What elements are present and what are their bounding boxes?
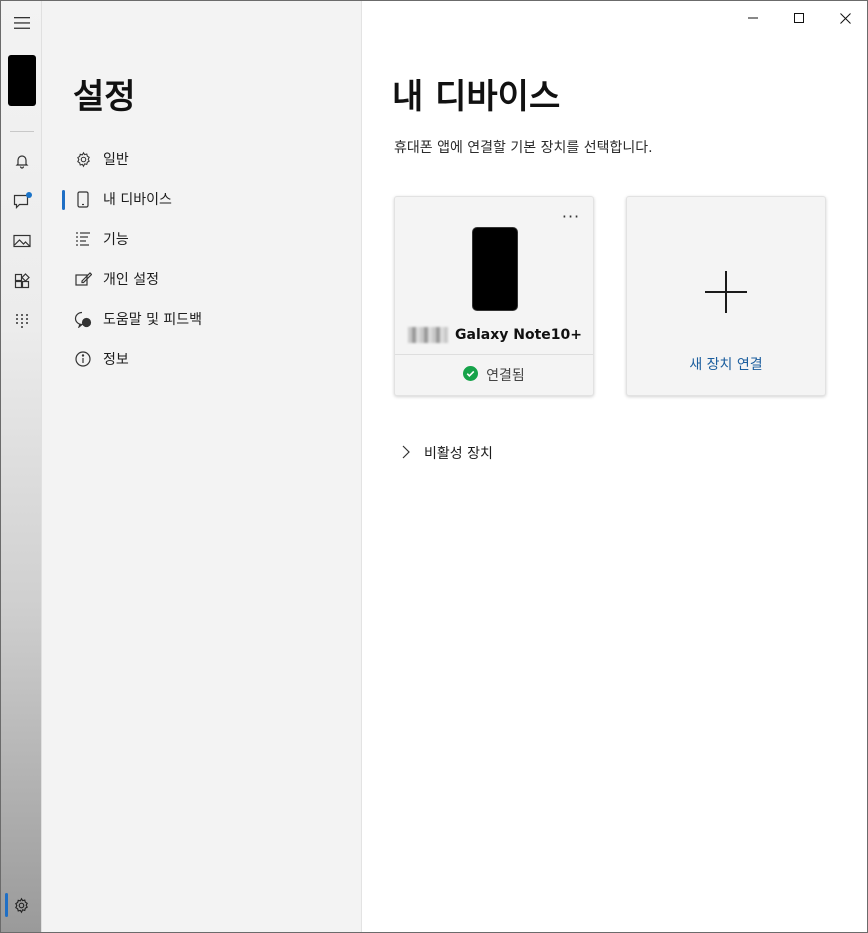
plus-icon bbox=[705, 271, 747, 313]
apps-icon[interactable] bbox=[1, 261, 42, 301]
nav-selection-indicator bbox=[62, 190, 65, 210]
more-options-button[interactable]: ··· bbox=[557, 205, 585, 227]
chevron-right-icon bbox=[402, 444, 410, 463]
gear-icon bbox=[68, 151, 98, 168]
maximize-button[interactable] bbox=[776, 1, 822, 35]
device-name: Galaxy Note10+ bbox=[455, 327, 582, 343]
phone-thumbnail[interactable] bbox=[8, 55, 36, 106]
nav-title: 설정 bbox=[73, 77, 136, 117]
nav-item-label: 기능 bbox=[103, 232, 129, 248]
app-window: 설정 일반 내 디바이스 기능 개인 설정 ? 도움말 및 피드백 정보 내 디… bbox=[0, 0, 868, 933]
menu-icon[interactable] bbox=[1, 3, 42, 43]
inactive-devices-label: 비활성 장치 bbox=[424, 446, 493, 462]
nav-item-help-feedback[interactable]: ? 도움말 및 피드백 bbox=[62, 301, 352, 337]
list-icon bbox=[68, 231, 98, 247]
nav-item-about[interactable]: 정보 bbox=[62, 341, 352, 377]
unread-dot bbox=[26, 192, 32, 198]
page-subtitle: 휴대폰 앱에 연결할 기본 장치를 선택합니다. bbox=[394, 140, 653, 156]
close-button[interactable] bbox=[822, 1, 867, 35]
messages-icon[interactable] bbox=[1, 181, 42, 221]
nav-item-my-devices[interactable]: 내 디바이스 bbox=[62, 181, 352, 217]
app-rail bbox=[1, 1, 42, 932]
check-circle-icon bbox=[463, 365, 479, 385]
page-title: 내 디바이스 bbox=[392, 77, 561, 117]
nav-item-label: 정보 bbox=[103, 352, 129, 368]
nav-item-features[interactable]: 기능 bbox=[62, 221, 352, 257]
bell-icon[interactable] bbox=[1, 141, 42, 181]
dialpad-icon[interactable] bbox=[1, 301, 42, 341]
status-label: 연결됨 bbox=[486, 368, 525, 384]
main-content: 내 디바이스 휴대폰 앱에 연결할 기본 장치를 선택합니다. ··· Gala… bbox=[362, 1, 867, 932]
photos-icon[interactable] bbox=[1, 221, 42, 261]
nav-item-label: 일반 bbox=[103, 152, 129, 168]
edit-icon bbox=[68, 271, 98, 287]
device-name-row: Galaxy Note10+ bbox=[395, 327, 595, 343]
svg-text:?: ? bbox=[85, 320, 88, 327]
rail-divider bbox=[10, 131, 34, 132]
device-card[interactable]: ··· Galaxy Note10+ 연결됨 bbox=[394, 196, 594, 396]
nav-item-label: 도움말 및 피드백 bbox=[103, 312, 203, 328]
add-device-card[interactable]: 새 장치 연결 bbox=[626, 196, 826, 396]
help-icon: ? bbox=[68, 311, 98, 328]
settings-icon[interactable] bbox=[1, 885, 42, 925]
redacted-owner-name bbox=[408, 327, 449, 343]
nav-item-general[interactable]: 일반 bbox=[62, 141, 352, 177]
nav-item-label: 개인 설정 bbox=[103, 272, 159, 288]
device-status: 연결됨 bbox=[395, 365, 593, 385]
minimize-button[interactable] bbox=[730, 1, 776, 35]
nav-item-personalization[interactable]: 개인 설정 bbox=[62, 261, 352, 297]
phone-icon bbox=[68, 190, 98, 208]
settings-nav: 설정 일반 내 디바이스 기능 개인 설정 ? 도움말 및 피드백 정보 bbox=[42, 1, 362, 932]
add-device-label: 새 장치 연결 bbox=[689, 357, 763, 373]
info-icon bbox=[68, 351, 98, 367]
nav-item-label: 내 디바이스 bbox=[103, 192, 172, 208]
card-divider bbox=[395, 354, 593, 355]
inactive-devices-expander[interactable]: 비활성 장치 bbox=[402, 441, 493, 465]
device-image bbox=[472, 227, 518, 311]
